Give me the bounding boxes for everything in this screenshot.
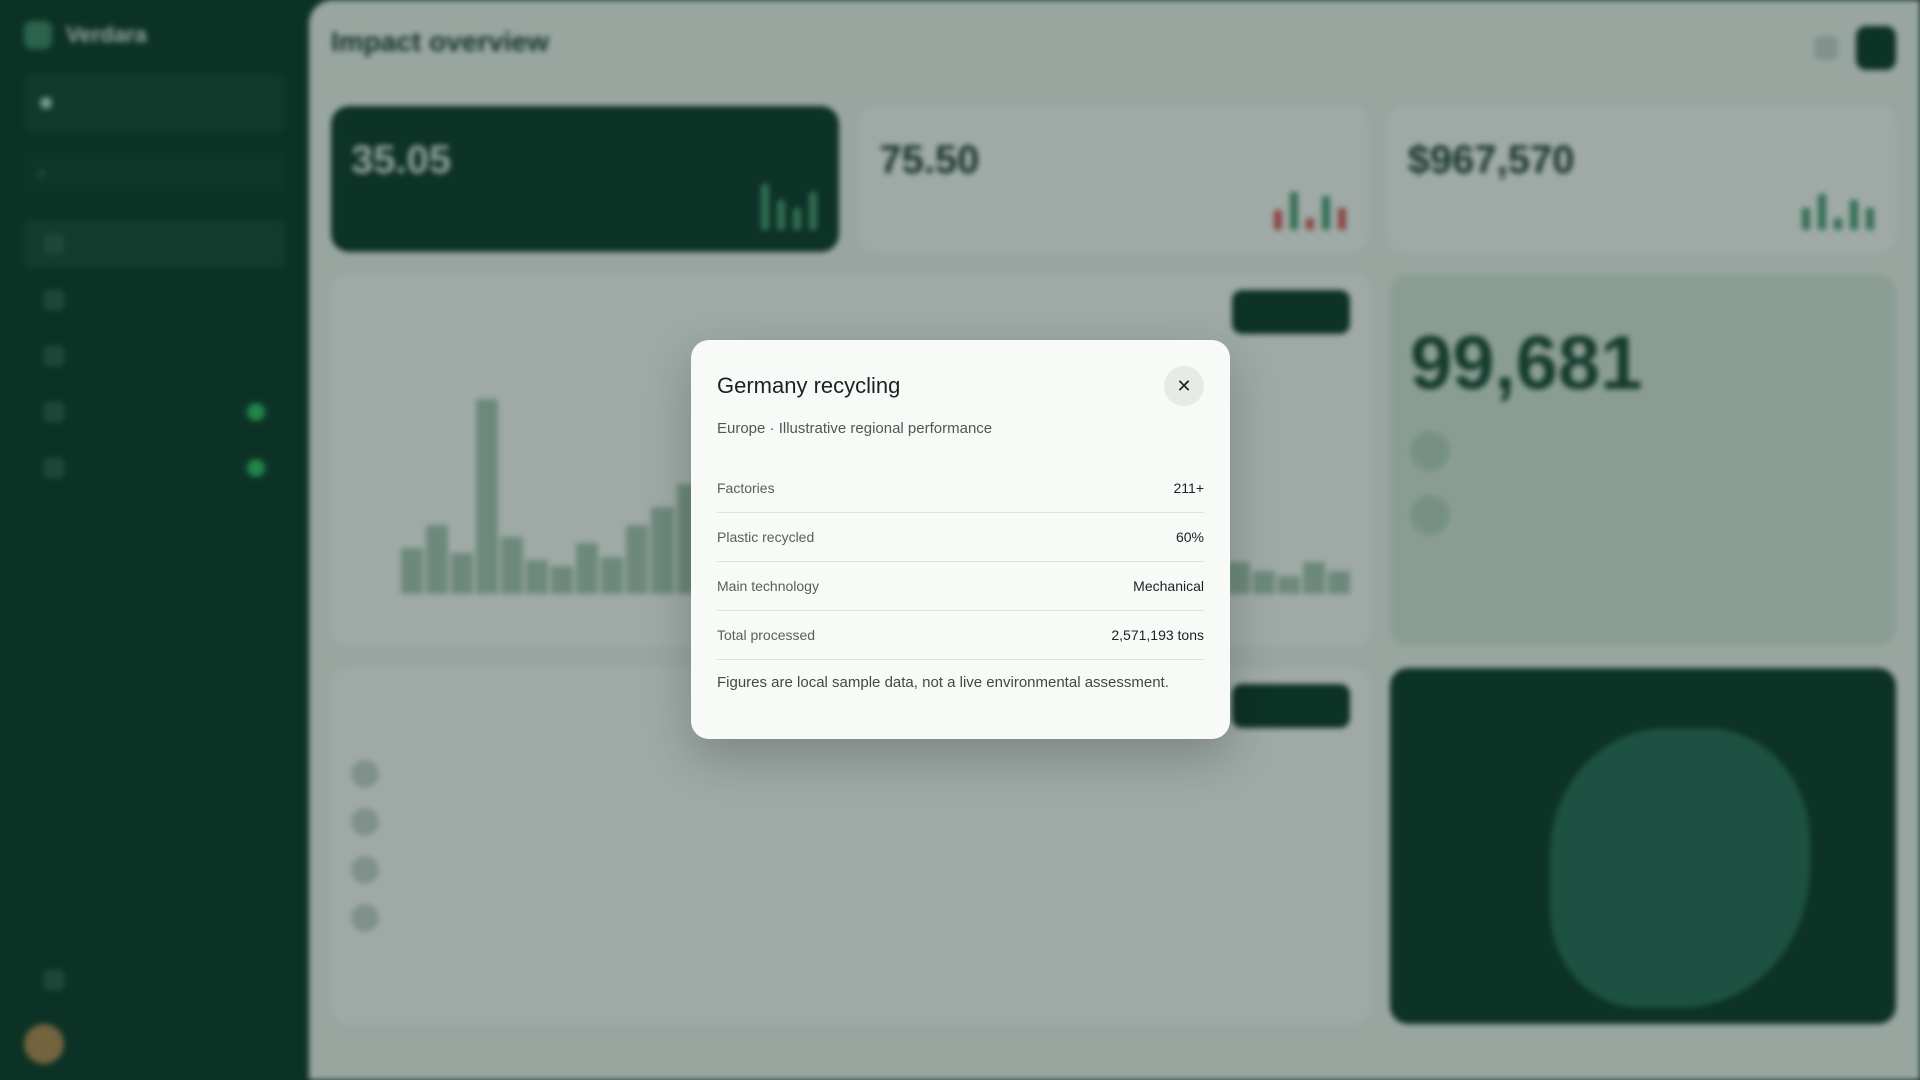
detail-label: Total processed: [717, 627, 816, 643]
detail-value: 211+: [1173, 480, 1205, 496]
close-button[interactable]: ✕: [1164, 366, 1204, 406]
detail-value: 60%: [1175, 529, 1204, 545]
detail-row-plastic-recycled: Plastic recycled 60%: [717, 513, 1204, 562]
dialog-header: Germany recycling ✕: [717, 366, 1204, 406]
dialog-subtitle: Europe · Illustrative regional performan…: [717, 420, 993, 437]
region-detail-dialog: Germany recycling ✕ Europe · Illustrativ…: [691, 340, 1230, 739]
detail-row-main-technology: Main technology Mechanical: [717, 562, 1204, 611]
detail-list: Factories 211+ Plastic recycled 60% Main…: [717, 464, 1204, 660]
dialog-note: Figures are local sample data, not a liv…: [717, 674, 1169, 691]
detail-value: 2,571,193 tons: [1111, 627, 1204, 643]
dialog-title: Germany recycling: [717, 373, 901, 398]
detail-row-factories: Factories 211+: [717, 464, 1204, 513]
close-icon: ✕: [1176, 375, 1192, 396]
detail-row-total-processed: Total processed 2,571,193 tons: [717, 611, 1204, 660]
detail-label: Plastic recycled: [717, 529, 815, 545]
detail-label: Main technology: [717, 578, 819, 594]
detail-value: Mechanical: [1133, 578, 1204, 594]
detail-label: Factories: [717, 480, 775, 496]
